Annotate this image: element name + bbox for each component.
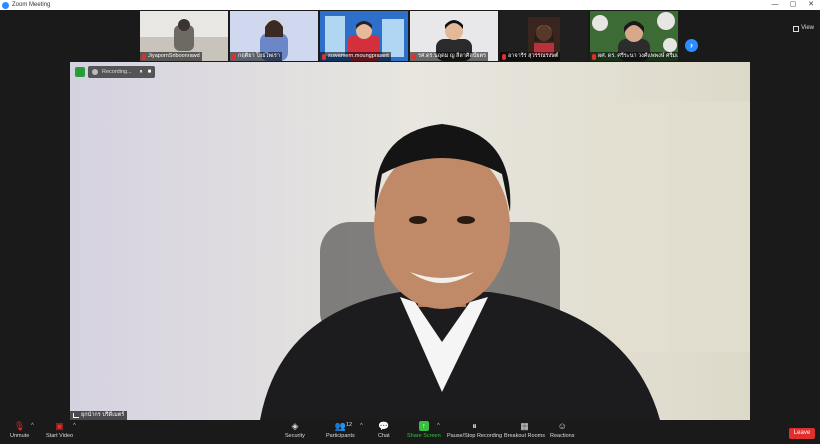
security-button[interactable]: ◈ Security [285,421,305,443]
participant-name-label: รศ.ดร.นฤดม ญ ลีลาศิลป์ยตร [410,52,488,61]
title-bar: Zoom Meeting — ▢ ✕ [0,0,820,10]
right-eye [457,216,475,224]
minimize-button[interactable]: — [766,0,784,10]
video-face [178,19,190,31]
unmute-label: Unmute [10,433,30,439]
participants-options-chevron-icon[interactable]: ^ [360,423,363,429]
head [374,145,510,309]
recording-cloud-icon [92,69,98,75]
chat-label: Chat [378,433,390,439]
wall-panel [590,102,750,352]
participant-name: suwamern.moungprasert [328,53,389,59]
mic-off-icon [592,53,596,60]
participant-name: อาจารีร่ สุวรรณรงษต์ [508,53,559,59]
meeting-toolbar: 🎙 Unmute ^ ▣ Start Video ^ ◈ Security 👥 … [0,420,820,444]
left-eye [409,216,427,224]
participant-thumbnail[interactable]: ผศ. ดร. ศรีระนา วงศ์แพพงษ์ ศรีมแพร [590,11,678,61]
chevron-right-icon: › [690,40,693,50]
window-controls: — ▢ ✕ [766,0,820,10]
share-screen-button[interactable]: ↑ Share Screen [407,421,441,443]
participant-thumbnail[interactable]: อาจารีร่ สุวรรณรงษต์ [500,11,588,61]
participant-name-label: JiyapornSriboonrawd [140,52,202,61]
speaker-name-label: ยุกนำกร ปรีดีเมตร์ [70,411,128,420]
participant-name-label: กฤติยา โยธไพเรา [230,52,282,61]
recording-label: Recording... [102,69,132,75]
window-title: Zoom Meeting [12,2,51,8]
video-foliage [592,15,608,31]
participant-strip: JiyapornSriboonrawd กฤติยา โยธไพเรา suwa… [0,10,820,62]
breakout-rooms-button[interactable]: ▦ Breakout Rooms [504,421,545,443]
recording-indicator: Recording... ⏸ ■ [88,66,156,78]
participant-name: JiyapornSriboonrawd [148,53,200,59]
share-options-chevron-icon[interactable]: ^ [437,423,440,429]
participant-name: กฤติยา โยธไพเรา [238,53,280,59]
mic-off-icon [142,53,146,60]
people-icon: 👥 [334,420,346,431]
mic-off-icon [322,53,326,60]
start-video-label: Start Video [46,433,74,439]
participants-label: Participants [326,433,355,439]
reactions-button[interactable]: ☺ Reactions [550,421,574,443]
share-screen-label: Share Screen [407,433,441,439]
next-page-button[interactable]: › [685,39,698,52]
speaker-scene [70,62,750,420]
smiley-icon: ☺ [557,421,567,431]
participant-thumbnail[interactable]: suwamern.moungprasert [320,11,408,61]
participant-thumbnail[interactable]: กฤติยา โยธไพเรา [230,11,318,61]
mic-off-icon [232,53,236,60]
audio-level-icon [73,413,79,418]
grid-view-icon [793,25,800,32]
stop-recording-button[interactable]: ■ [148,69,152,75]
pause-stop-recording-label: Pause/Stop Recording [447,433,503,439]
participant-name: ผศ. ดร. ศรีระนา วงศ์แพพงษ์ ศรีมแพร [598,53,678,59]
participant-name-label: อาจารีร่ สุวรรณรงษต์ [500,52,561,61]
grid-icon: ▦ [520,420,529,431]
participant-thumbnail[interactable]: รศ.ดร.นฤดม ญ ลีลาศิลป์ยตร [410,11,498,61]
active-speaker-video: Recording... ⏸ ■ ยุกนำกร ปรีดีเมตร์ [70,62,750,420]
participant-name-label: ผศ. ดร. ศรีระนา วงศ์แพพงษ์ ศรีมแพร [590,52,678,61]
participant-name-label: suwamern.moungprasert [320,52,391,61]
mic-off-icon [502,53,506,60]
speaker-name: ยุกนำกร ปรีดีเมตร์ [81,412,125,418]
chat-button[interactable]: 💬 Chat [378,421,390,443]
video-shape [325,16,345,56]
participant-name: รศ.ดร.นฤดม ญ ลีลาศิลป์ยตร [418,53,486,59]
security-label: Security [285,433,305,439]
leave-button[interactable]: Leave [789,428,815,439]
view-button[interactable]: View [793,24,814,33]
pause-stop-icon: ⏸ [472,420,477,431]
close-button[interactable]: ✕ [802,0,820,10]
share-arrow-icon: ↑ [418,421,429,431]
microphone-muted-icon: 🎙 [13,420,26,431]
mic-off-icon [412,53,416,60]
breakout-rooms-label: Breakout Rooms [504,433,545,439]
maximize-button[interactable]: ▢ [784,0,802,10]
unmute-button[interactable]: 🎙 Unmute [10,421,29,443]
video-foliage [657,12,675,30]
zoom-app-icon [2,1,9,9]
pause-stop-recording-button[interactable]: ⏸ Pause/Stop Recording [447,421,502,443]
view-label: View [801,25,814,31]
audio-options-chevron-icon[interactable]: ^ [31,423,34,429]
shield-icon: ◈ [291,420,299,431]
security-shield-icon[interactable] [75,67,85,77]
video-options-chevron-icon[interactable]: ^ [73,423,76,429]
start-video-button[interactable]: ▣ Start Video [46,421,73,443]
camera-off-icon: ▣ [55,420,64,431]
video-foliage [663,38,677,52]
participants-count: 12 [346,422,353,428]
chat-bubble-icon: 💬 [378,420,390,431]
pause-recording-button[interactable]: ⏸ [140,69,143,76]
participant-thumbnail[interactable]: JiyapornSriboonrawd [140,11,228,61]
reactions-label: Reactions [550,433,575,439]
